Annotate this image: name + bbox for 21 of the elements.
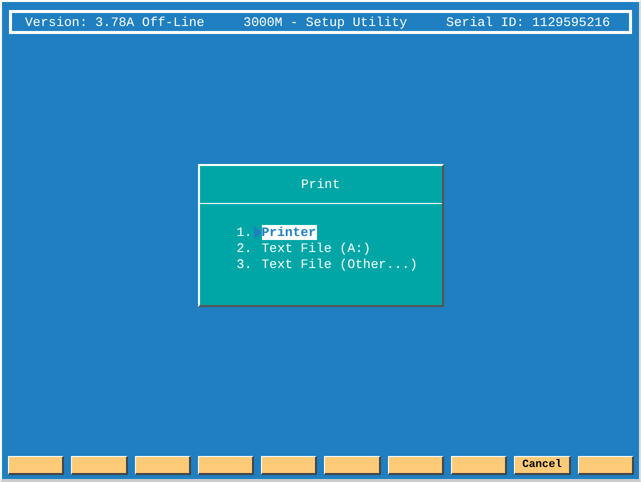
item-number: 3. [236,257,254,272]
dialog-title: Print [300,176,340,192]
app-title: 3000M - Setup Utility [243,14,408,30]
item-number: 1. [236,225,254,240]
menu-option[interactable]: Text File (A:) [262,241,372,256]
function-key[interactable] [134,456,191,475]
pointer-icon [254,226,262,239]
menu-option[interactable]: Text File (Other...) [262,257,419,272]
function-key[interactable] [388,456,444,475]
function-key[interactable] [198,456,254,475]
function-key[interactable] [451,456,508,475]
function-key[interactable] [261,456,318,475]
function-key[interactable] [578,456,634,475]
function-key[interactable] [324,456,381,475]
cancel-button[interactable]: Cancel [514,456,571,475]
function-key[interactable] [8,456,64,475]
function-key[interactable] [71,456,128,475]
menu-option[interactable]: Printer [262,225,318,240]
item-number: 2. [236,241,254,256]
serial-text: Serial ID: 1129595216 [446,14,610,30]
version-text: Version: 3.78A Off-Line [25,14,204,30]
